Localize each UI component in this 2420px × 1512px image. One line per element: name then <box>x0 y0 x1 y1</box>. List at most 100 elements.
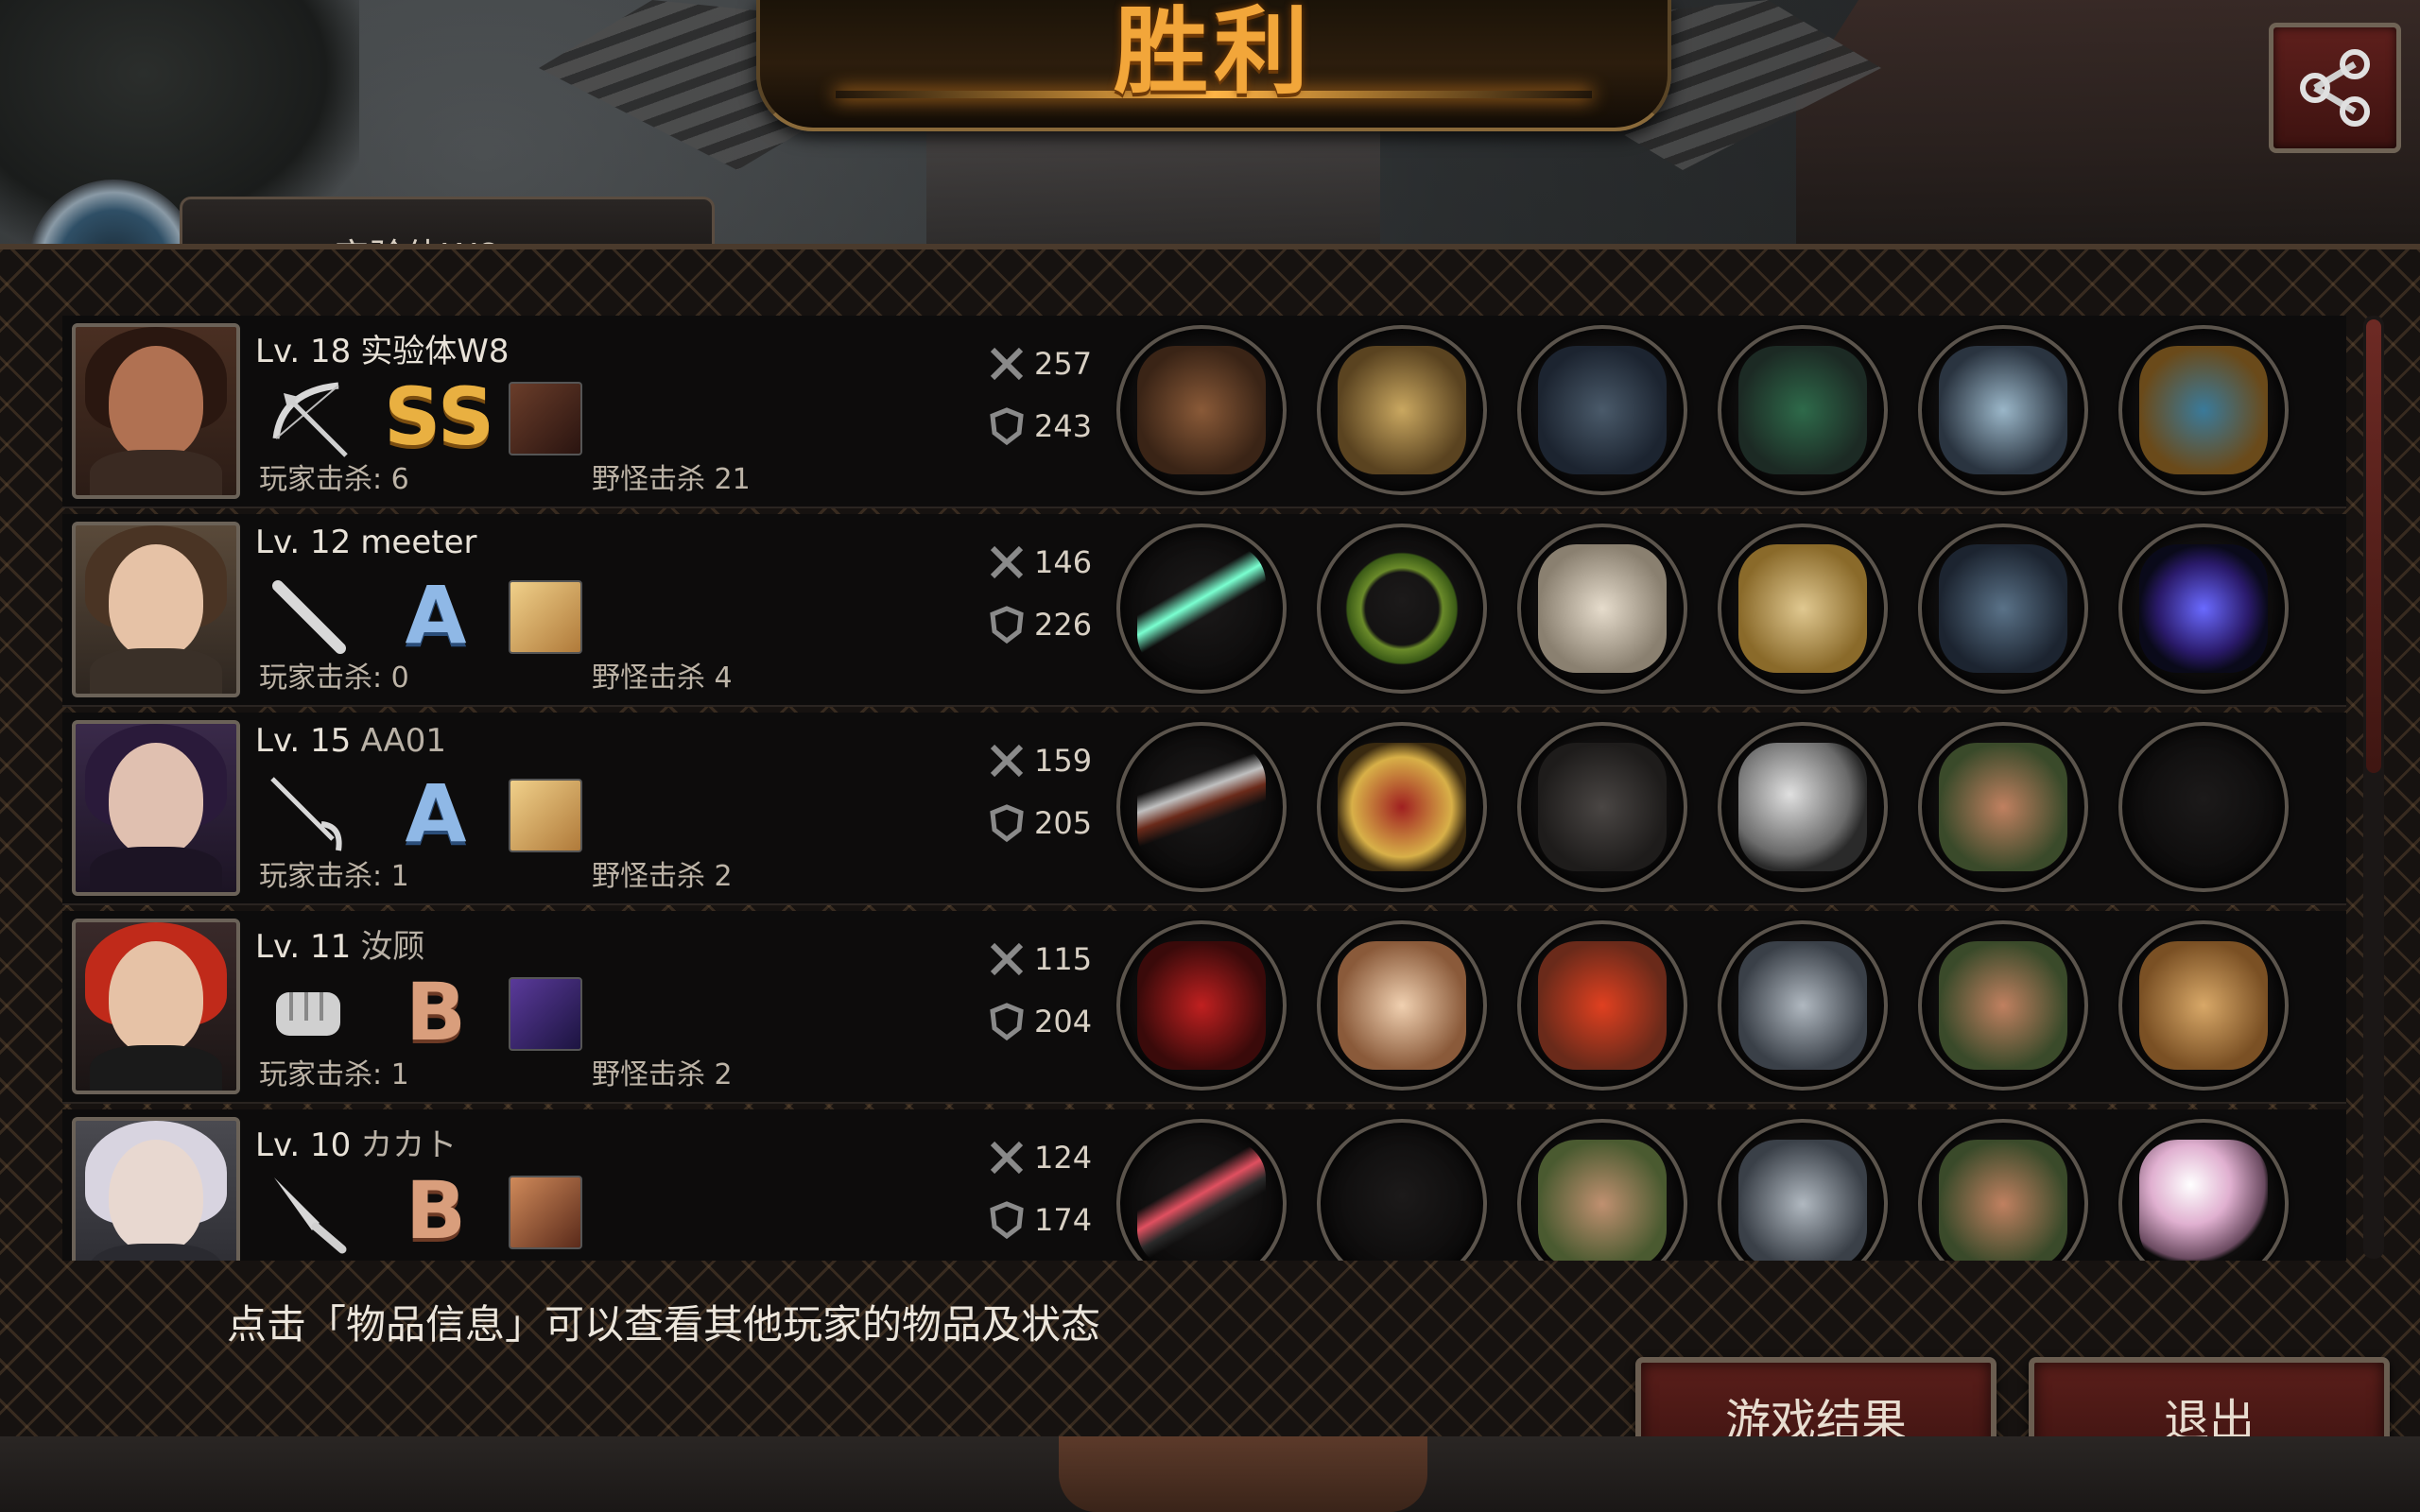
radar-console-icon <box>1738 346 1867 474</box>
item-slot[interactable] <box>1116 1119 1287 1261</box>
red-katana-icon <box>1137 1140 1266 1261</box>
player-row[interactable]: Lv. 18 实验体W8 SS 玩家击杀: 6 野怪击杀 21 257 243 <box>62 316 2346 508</box>
red-claw-icon <box>1137 941 1266 1070</box>
player-level: Lv. 12 <box>255 524 352 561</box>
background-building <box>926 113 1380 246</box>
item-slot[interactable] <box>1918 920 2088 1091</box>
blade-bracer-icon <box>1738 941 1867 1070</box>
list-scrollbar[interactable] <box>2363 316 2384 1259</box>
item-slot[interactable] <box>1517 920 1687 1091</box>
player-row[interactable]: Lv. 15 AA01 A 玩家击杀: 1 野怪击杀 2 159 205 <box>62 713 2346 905</box>
item-slot[interactable] <box>1718 1119 1888 1261</box>
fist-skill-icon <box>509 580 582 654</box>
bat-icon <box>261 569 355 663</box>
item-slot[interactable] <box>1718 920 1888 1091</box>
item-slot[interactable] <box>1317 920 1487 1091</box>
crossed-swords-skill-icon <box>509 382 582 455</box>
defense-value: 205 <box>1034 805 1093 841</box>
player-row[interactable]: Lv. 12 meeter A 玩家击杀: 0 野怪击杀 4 146 226 <box>62 514 2346 707</box>
item-info-hint: 点击「物品信息」可以查看其他玩家的物品及状态 <box>227 1301 1101 1348</box>
blade-bracer-icon <box>1738 1140 1867 1261</box>
player-row[interactable]: Lv. 11 汝顾 B 玩家击杀: 1 野怪击杀 2 115 204 <box>62 911 2346 1104</box>
victory-title: 胜利 <box>1114 0 1314 107</box>
item-slot[interactable] <box>1517 722 1687 892</box>
gauntlet-icon <box>261 966 355 1060</box>
player-portrait <box>72 720 240 896</box>
item-slots <box>1116 722 2345 892</box>
defense-stat: 205 <box>987 803 1092 843</box>
item-slot[interactable] <box>1918 325 2088 495</box>
item-slot[interactable] <box>1517 325 1687 495</box>
scrollbar-thumb[interactable] <box>2366 319 2381 773</box>
player-portrait <box>72 522 240 697</box>
player-level: Lv. 10 <box>255 1126 352 1164</box>
item-slot[interactable] <box>1317 722 1487 892</box>
player-level: Lv. 15 <box>255 722 352 760</box>
fur-coat-icon <box>1538 941 1667 1070</box>
bracer-icon <box>1939 743 2067 871</box>
cardboard-box-icon <box>2139 941 2268 1070</box>
item-slot[interactable] <box>1517 1119 1687 1261</box>
item-slot[interactable] <box>2118 524 2289 694</box>
item-slot[interactable] <box>1116 920 1287 1091</box>
item-slot[interactable] <box>1918 722 2088 892</box>
monster-kills: 野怪击杀 2 <box>592 1058 733 1091</box>
sneaker-icon <box>1939 346 2067 474</box>
monster-kills: 野怪击杀 4 <box>592 662 733 695</box>
item-slot[interactable] <box>1317 325 1487 495</box>
item-slot[interactable] <box>1116 722 1287 892</box>
item-slot[interactable] <box>2118 1119 2289 1261</box>
purple-skill-icon <box>509 977 582 1051</box>
galaxy-icon <box>2139 544 2268 673</box>
item-slot[interactable] <box>1116 524 1287 694</box>
empty-slot[interactable] <box>1317 1119 1487 1261</box>
item-slots <box>1116 524 2345 694</box>
item-slot[interactable] <box>2118 325 2289 495</box>
player-row[interactable]: Lv. 10 カカト B 124 174 <box>62 1109 2346 1261</box>
item-slot[interactable] <box>1116 325 1287 495</box>
item-slot[interactable] <box>1517 524 1687 694</box>
item-slot[interactable] <box>1317 524 1487 694</box>
player-kills: 玩家击杀: 6 <box>259 463 409 496</box>
item-slots <box>1116 1119 2345 1261</box>
item-slot[interactable] <box>1718 325 1888 495</box>
bracer-icon <box>1939 1140 2067 1261</box>
player-level: Lv. 11 <box>255 928 352 966</box>
item-slot[interactable] <box>1718 722 1888 892</box>
player-grade: A <box>405 767 467 860</box>
defense-value: 174 <box>1034 1202 1093 1238</box>
bow-icon <box>261 370 355 465</box>
defense-stat: 243 <box>987 406 1092 446</box>
steel-boots-icon <box>1939 544 2067 673</box>
shield-icon <box>990 1003 1024 1041</box>
rapier-icon <box>261 767 355 862</box>
player-portrait <box>72 323 240 499</box>
defense-value: 204 <box>1034 1004 1093 1040</box>
item-slot[interactable] <box>1718 524 1888 694</box>
ballista-cart-icon <box>1137 346 1266 474</box>
attack-stat: 146 <box>987 542 1092 582</box>
camo-vest-icon <box>1538 1140 1667 1261</box>
laurel-wreath-icon <box>1338 544 1466 673</box>
player-portrait <box>72 919 240 1094</box>
ornate-shield-icon <box>1738 544 1867 673</box>
white-robe-icon <box>1538 544 1667 673</box>
shield-icon <box>990 407 1024 446</box>
binoculars-skill-icon <box>509 1176 582 1249</box>
defense-stat: 174 <box>987 1200 1092 1240</box>
crossed-swords-icon <box>990 744 1024 778</box>
item-slot[interactable] <box>2118 920 2289 1091</box>
bottom-strip <box>0 1436 2420 1512</box>
item-slot[interactable] <box>1918 1119 2088 1261</box>
empty-slot[interactable] <box>2118 722 2289 892</box>
item-slot[interactable] <box>1918 524 2088 694</box>
share-button[interactable] <box>2269 23 2401 153</box>
crossed-swords-icon <box>990 545 1024 579</box>
attack-value: 146 <box>1034 544 1093 580</box>
player-results-list[interactable]: Lv. 18实验体W8 SS 玩家击杀: 6 野怪击杀 21 257 243 <box>62 316 2350 1261</box>
player-kills: 玩家击杀: 1 <box>259 1058 409 1091</box>
attack-stat: 124 <box>987 1138 1092 1177</box>
player-level: Lv. 18 <box>255 333 352 370</box>
gold-earrings-icon <box>2139 346 2268 474</box>
attack-stat: 115 <box>987 939 1092 979</box>
